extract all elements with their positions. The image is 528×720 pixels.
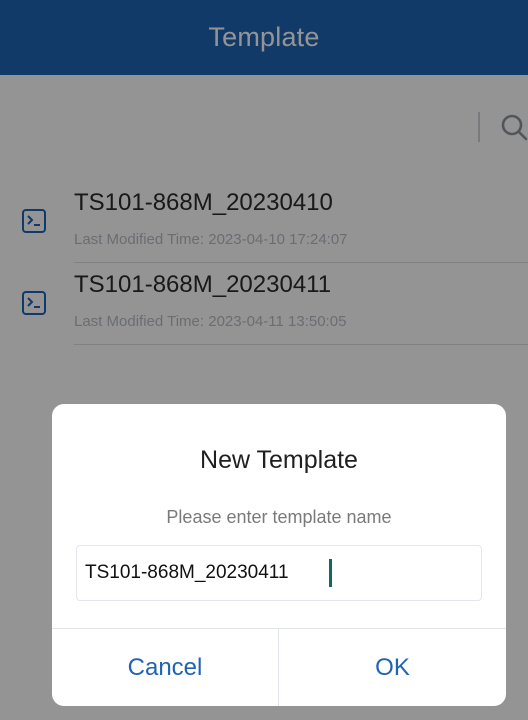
text-caret <box>329 559 332 587</box>
dialog-prompt: Please enter template name <box>166 507 392 527</box>
screen: Template TS101-868M_20230410 Last Modifi… <box>0 0 528 720</box>
new-template-dialog: New Template Please enter template name … <box>52 404 506 706</box>
cancel-button[interactable]: Cancel <box>52 629 278 706</box>
ok-button[interactable]: OK <box>279 629 506 706</box>
dialog-title: New Template <box>200 446 358 474</box>
template-name-input[interactable] <box>76 545 482 601</box>
